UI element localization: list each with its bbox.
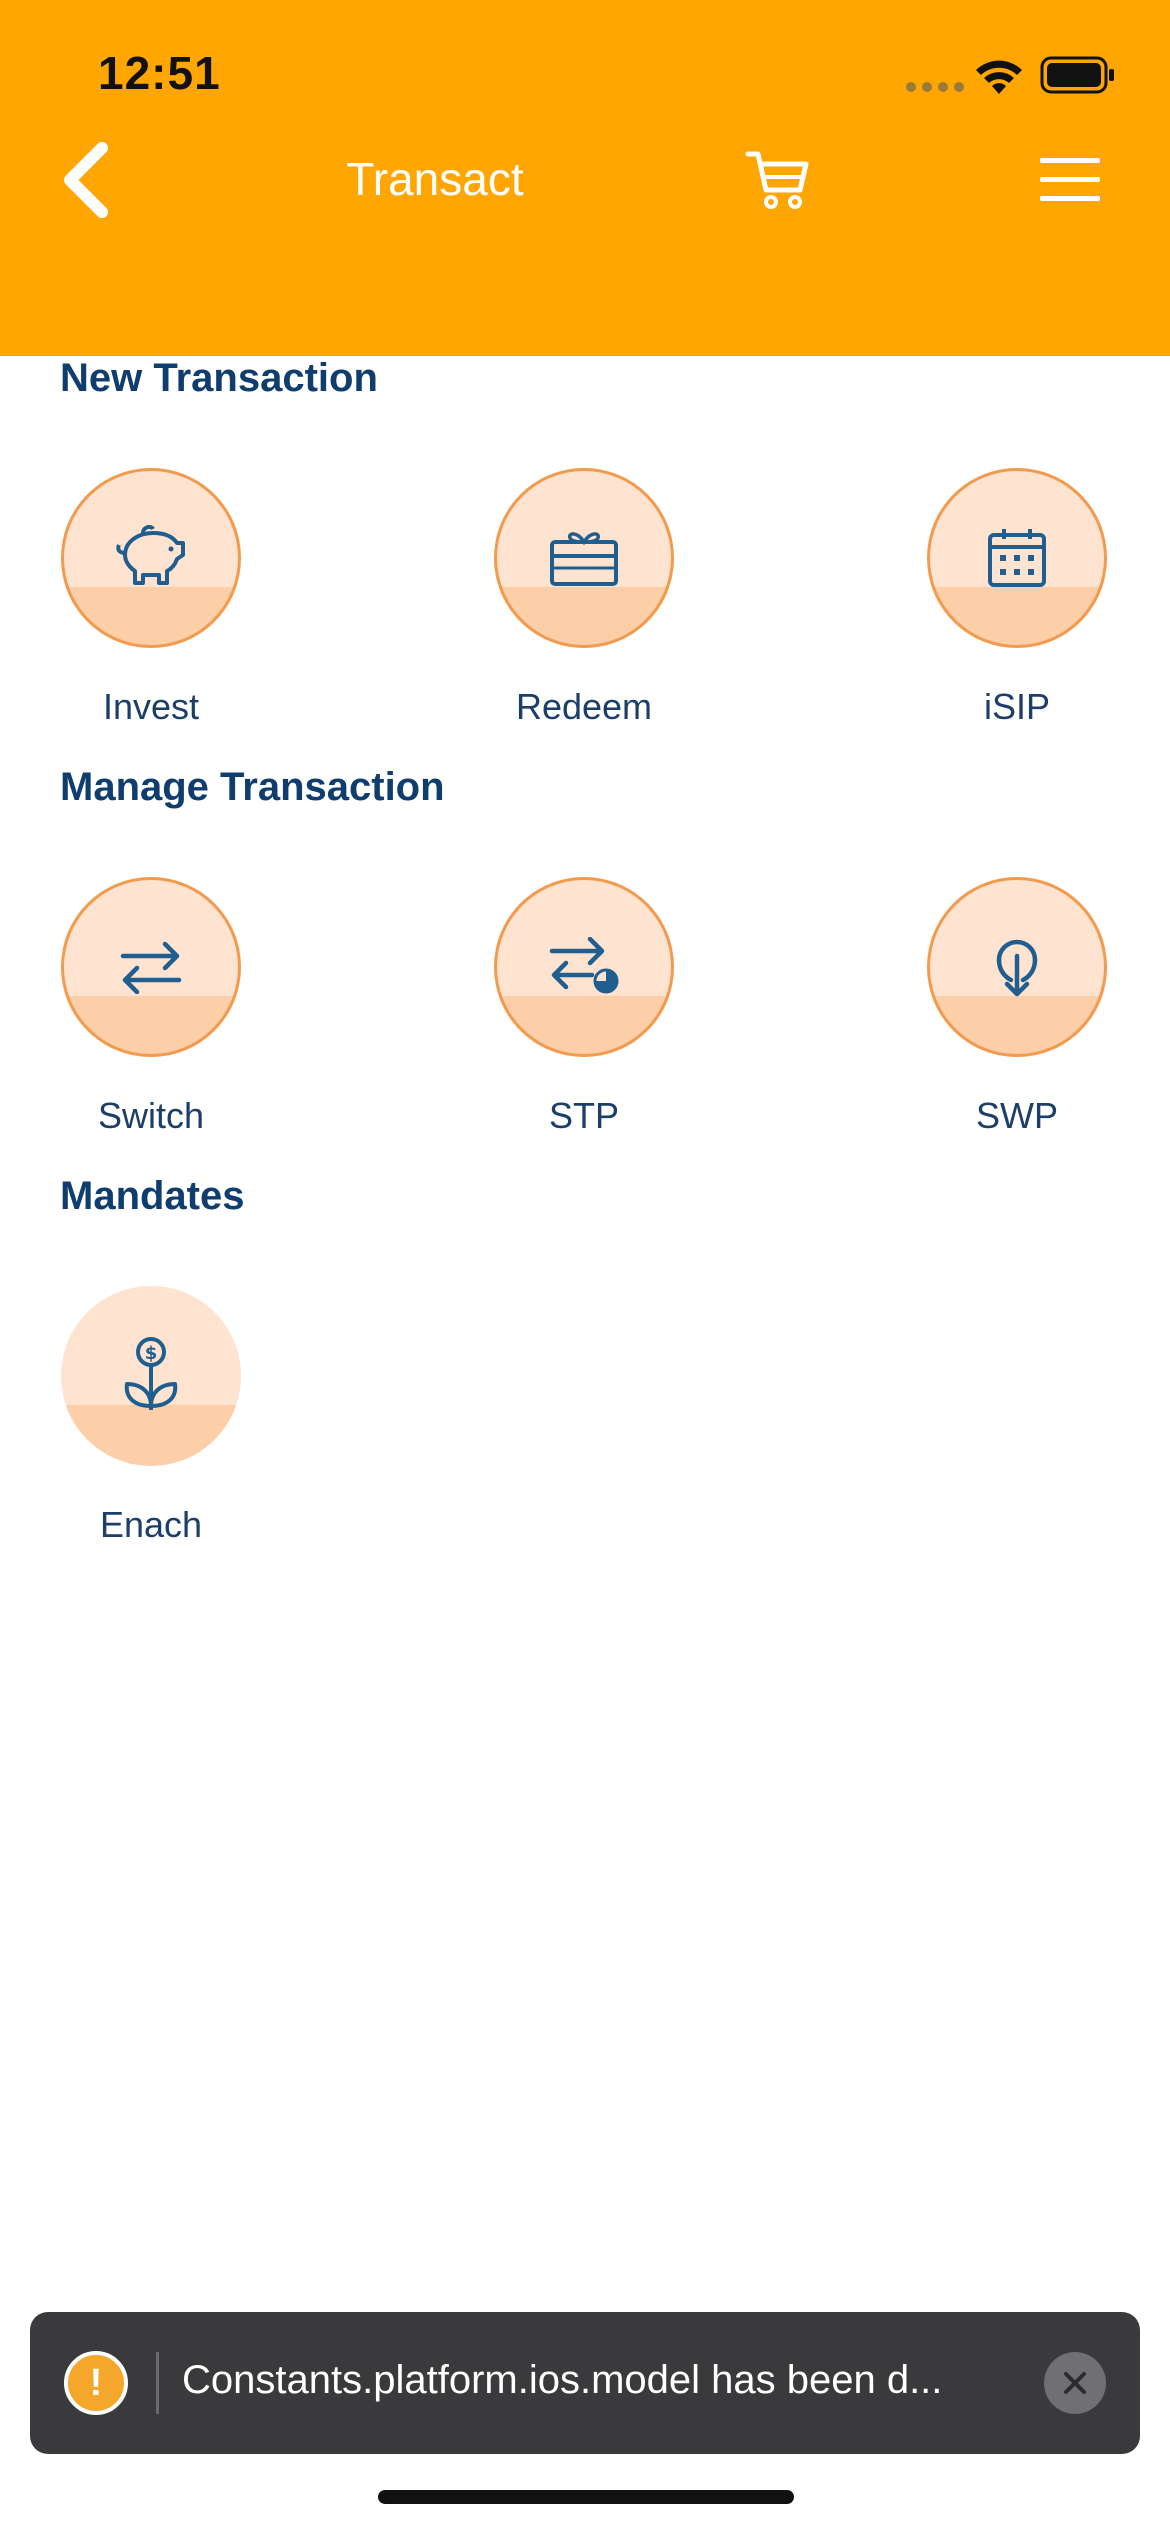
swap-clock-icon [549,937,619,994]
calendar-icon [988,529,1046,587]
svg-text:$: $ [145,1343,158,1364]
toast-message: Constants.platform.ios.model has been d.… [182,2358,943,2402]
enach-icon-circle: $ [61,1286,241,1466]
enach-tile[interactable]: $ Enach [31,1286,271,1546]
withdraw-arrow-icon [996,939,1038,997]
enach-label: Enach [99,1504,203,1545]
warning-icon: ! [64,2351,128,2415]
redeem-tile[interactable]: Redeem [464,468,704,728]
warning-toast[interactable]: ! Constants.platform.ios.model has been … [30,2312,1140,2454]
swp-label: SWP [975,1095,1058,1136]
swp-tile[interactable]: SWP [897,877,1137,1137]
swap-arrows-icon [120,941,182,994]
menu-button[interactable] [1038,156,1102,204]
app-header: 12:51 Transact [0,0,1170,356]
redeem-label: Redeem [515,686,653,727]
cart-button[interactable] [744,148,812,212]
redeem-icon-circle [494,468,674,648]
isip-tile[interactable]: iSIP [897,468,1137,728]
section-title-new-transaction: New Transaction [60,356,378,400]
isip-label: iSIP [983,686,1051,727]
cart-icon [745,151,809,209]
invest-tile[interactable]: Invest [31,468,271,728]
piggy-bank-icon [116,525,185,585]
toast-close-button[interactable] [1044,2352,1106,2414]
page-title: Transact [346,153,524,205]
invest-label: Invest [102,686,200,727]
gift-card-icon [550,532,618,586]
section-title-manage-transaction: Manage Transaction [60,765,445,809]
battery-icon [1040,56,1114,94]
stp-tile[interactable]: STP [464,877,704,1137]
money-plant-icon: $ [124,1337,178,1410]
wifi-icon [976,60,1022,94]
close-icon [1064,2372,1086,2394]
switch-label: Switch [97,1095,205,1136]
swp-icon-circle [927,877,1107,1057]
toast-divider [156,2352,159,2414]
section-title-mandates: Mandates [60,1174,245,1218]
switch-icon-circle [61,877,241,1057]
isip-icon-circle [927,468,1107,648]
signal-dots-icon [906,82,966,92]
hamburger-menu-icon [1040,158,1100,201]
status-time: 12:51 [98,47,221,99]
invest-icon-circle [61,468,241,648]
switch-tile[interactable]: Switch [31,877,271,1137]
home-indicator [378,2490,794,2504]
stp-icon-circle [494,877,674,1057]
stp-label: STP [548,1095,619,1136]
